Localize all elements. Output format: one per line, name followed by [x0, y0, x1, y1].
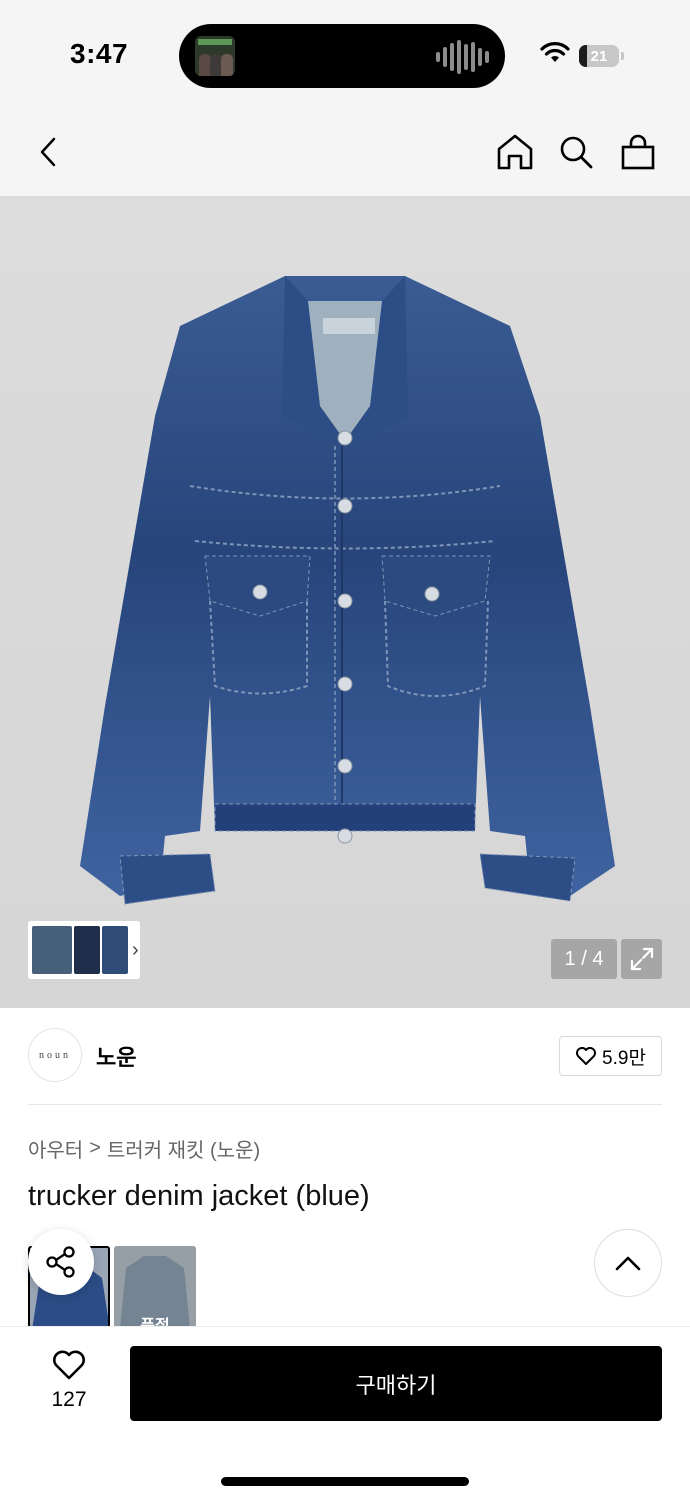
- brand-name[interactable]: 노운: [96, 1040, 136, 1072]
- thumbnail-image: [74, 926, 100, 974]
- expand-button[interactable]: [621, 939, 662, 979]
- expand-icon: [630, 947, 653, 971]
- thumbnail-image: [32, 926, 72, 974]
- bottom-action-bar: 127 구매하기: [0, 1326, 690, 1500]
- chevron-up-icon: [615, 1256, 641, 1271]
- wishlist-button[interactable]: 127: [38, 1349, 100, 1412]
- thumbnail-image: [102, 926, 128, 974]
- product-image-gallery[interactable]: › 1 / 4: [0, 196, 690, 1008]
- breadcrumb: 아우터 > 트러커 재킷 (노운): [28, 1134, 260, 1163]
- back-button[interactable]: [28, 132, 68, 172]
- brand-logo[interactable]: noun: [28, 1028, 82, 1082]
- wifi-icon: [540, 42, 570, 62]
- home-indicator[interactable]: [221, 1477, 469, 1486]
- image-pager: 1 / 4: [551, 939, 617, 979]
- heart-icon: [53, 1350, 85, 1380]
- share-icon: [46, 1246, 75, 1278]
- status-time: 3:47: [70, 38, 129, 69]
- share-button[interactable]: [28, 1229, 94, 1295]
- wishlist-count: 127: [51, 1388, 87, 1411]
- battery-icon: 21: [579, 45, 619, 67]
- brand-row: noun 노운 5.9만: [0, 1008, 690, 1104]
- audio-waveform-icon: [436, 40, 489, 74]
- buy-button[interactable]: 구매하기: [130, 1346, 662, 1421]
- dynamic-island[interactable]: [179, 24, 505, 88]
- brand-like-button[interactable]: 5.9만: [559, 1036, 662, 1076]
- shopping-bag-icon: [621, 134, 655, 170]
- cart-button[interactable]: [618, 132, 658, 172]
- search-button[interactable]: [556, 132, 596, 172]
- chevron-right-icon: ›: [132, 938, 139, 961]
- divider: [28, 1104, 662, 1105]
- back-chevron-icon: [40, 137, 56, 167]
- heart-icon: [576, 1047, 597, 1065]
- breadcrumb-category[interactable]: 아우터: [28, 1134, 83, 1163]
- brand-like-count: 5.9만: [602, 1047, 646, 1069]
- product-title: trucker denim jacket (blue): [28, 1180, 370, 1212]
- navigation-bar: [0, 110, 690, 196]
- battery-nub: [621, 52, 624, 60]
- breadcrumb-sub-category[interactable]: 트러커 재킷 (노운): [107, 1134, 260, 1163]
- scroll-top-button[interactable]: [594, 1229, 662, 1297]
- now-playing-art: [195, 36, 235, 76]
- home-icon: [497, 134, 533, 170]
- home-button[interactable]: [495, 132, 535, 172]
- battery-percentage: 21: [590, 47, 608, 65]
- color-option-soldout[interactable]: 품절: [114, 1246, 196, 1328]
- status-bar: 3:47 21: [0, 0, 690, 110]
- breadcrumb-separator: >: [89, 1137, 101, 1159]
- thumbnail-strip[interactable]: ›: [28, 921, 140, 979]
- search-icon: [560, 136, 593, 169]
- product-image: [80, 276, 615, 905]
